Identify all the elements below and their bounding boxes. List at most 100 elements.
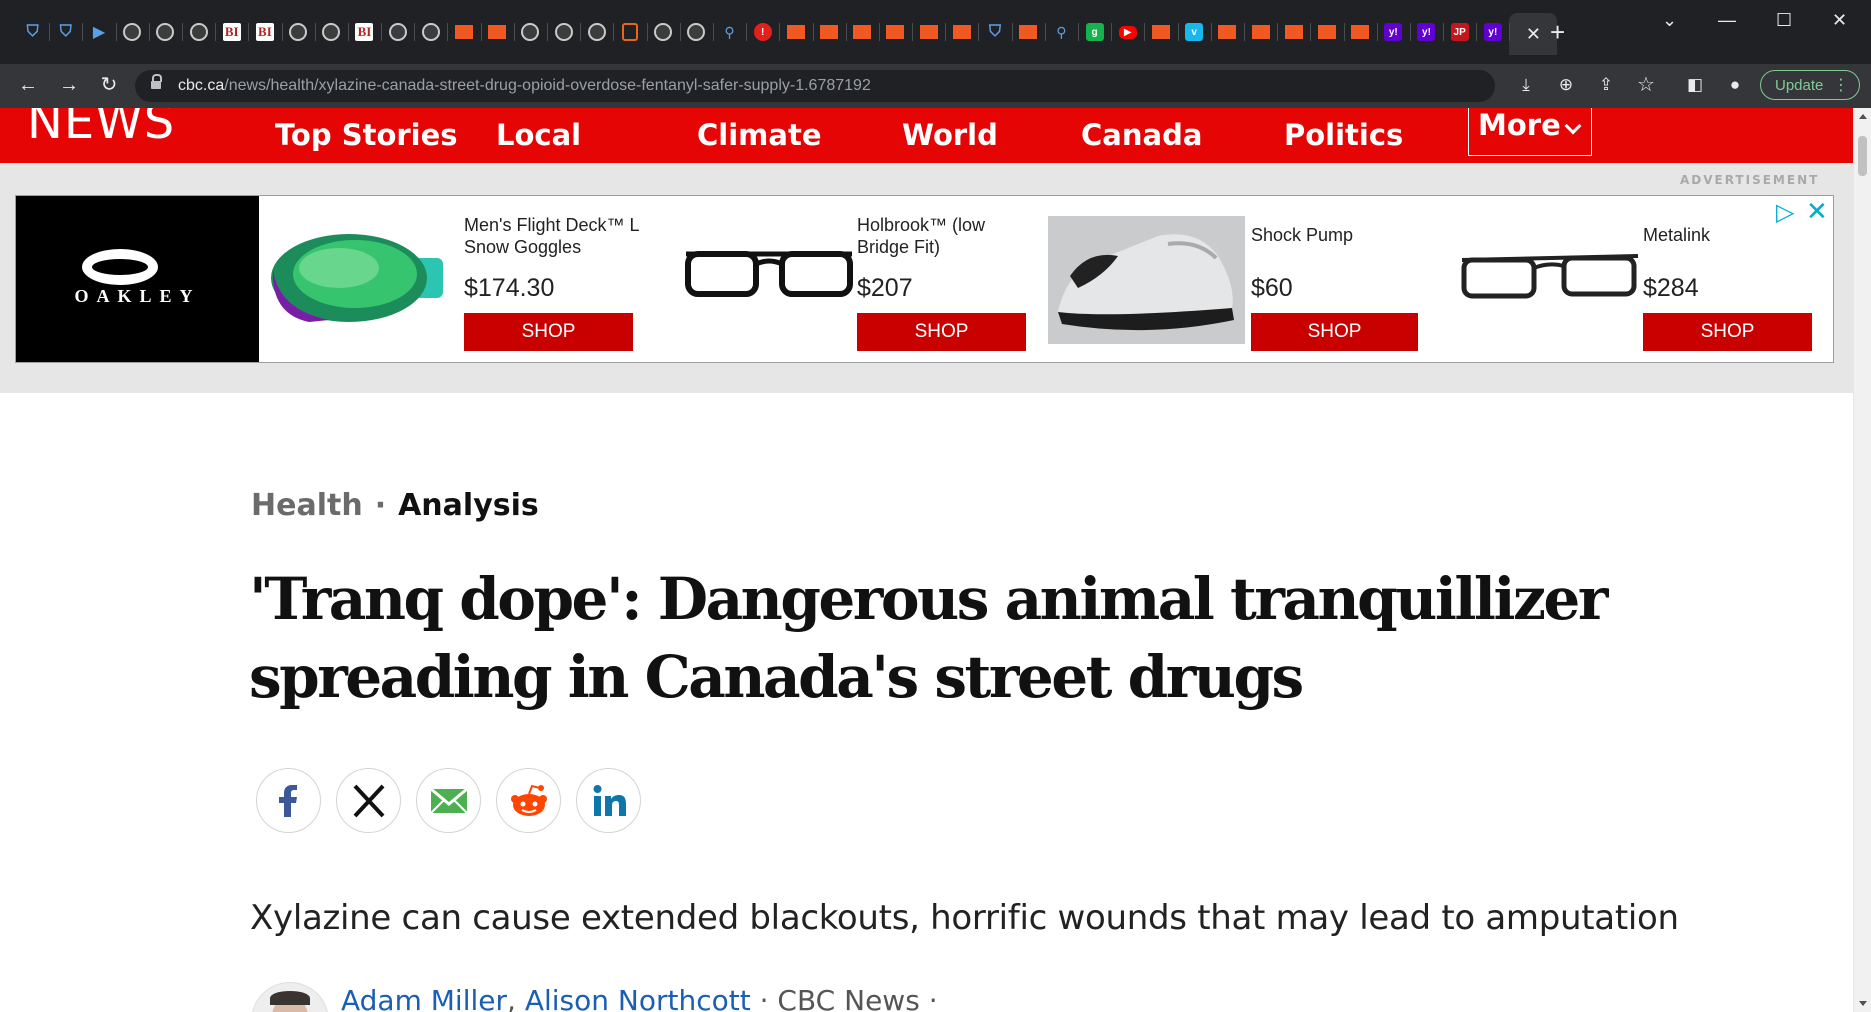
tab[interactable]	[1243, 13, 1277, 51]
tab[interactable]: y!	[1476, 13, 1509, 51]
tab[interactable]	[613, 13, 646, 51]
tab[interactable]	[912, 13, 945, 51]
tab[interactable]: ▶	[82, 13, 115, 51]
share-linkedin-button[interactable]	[576, 768, 641, 833]
nav-climate[interactable]: Climate	[697, 118, 821, 152]
tab[interactable]	[513, 13, 547, 51]
goggles-image[interactable]	[269, 230, 444, 326]
shop-button[interactable]: SHOP	[1251, 313, 1418, 351]
tab[interactable]	[1277, 13, 1310, 51]
menu-dots-icon[interactable]: ⋮	[1833, 71, 1849, 101]
scroll-thumb[interactable]	[1858, 136, 1867, 176]
tab[interactable]	[1343, 13, 1377, 51]
tab[interactable]	[580, 13, 613, 51]
nav-politics[interactable]: Politics	[1284, 118, 1403, 152]
tab[interactable]: g	[1078, 13, 1111, 51]
tab[interactable]	[845, 13, 879, 51]
tab[interactable]: ⛉	[978, 13, 1011, 51]
close-tab-icon[interactable]: ✕	[1526, 24, 1541, 45]
tab[interactable]	[945, 13, 978, 51]
tab[interactable]	[314, 13, 348, 51]
tab[interactable]: y!	[1376, 13, 1410, 51]
oakley-logo[interactable]: OAKLEY	[16, 196, 259, 362]
tab[interactable]: ⛉	[16, 13, 49, 51]
globe-icon	[421, 23, 440, 41]
tab[interactable]	[878, 13, 912, 51]
glasses-image[interactable]	[1460, 246, 1640, 306]
profile-icon[interactable]: ●	[1721, 72, 1749, 98]
section-link[interactable]: Health	[251, 488, 363, 523]
back-icon[interactable]: ←	[14, 72, 42, 98]
shop-button[interactable]: SHOP	[857, 313, 1026, 351]
author-link[interactable]: Adam Miller	[341, 984, 507, 1012]
tab[interactable]: ⚲	[1044, 13, 1078, 51]
shop-button[interactable]: SHOP	[464, 313, 633, 351]
tab[interactable]: ⛉	[49, 13, 82, 51]
site-logo[interactable]: NEWS	[27, 108, 175, 150]
scroll-up-icon[interactable]	[1859, 114, 1867, 119]
tab[interactable]: y!	[1409, 13, 1443, 51]
tab[interactable]	[646, 13, 680, 51]
address-bar[interactable]: cbc.ca/news/health/xylazine-canada-stree…	[135, 70, 1530, 102]
tab[interactable]	[480, 13, 514, 51]
tab[interactable]: !	[746, 13, 779, 51]
tab[interactable]	[447, 13, 480, 51]
nav-canada[interactable]: Canada	[1081, 118, 1202, 152]
update-button[interactable]: Update ⋮	[1760, 70, 1860, 100]
shoe-image[interactable]	[1048, 216, 1245, 344]
nav-local[interactable]: Local	[496, 118, 581, 152]
tab[interactable]	[181, 13, 215, 51]
tab[interactable]	[1210, 13, 1244, 51]
ad-close-icon[interactable]: ✕	[1806, 196, 1828, 227]
tab[interactable]	[381, 13, 414, 51]
tab[interactable]	[812, 13, 846, 51]
share-email-button[interactable]	[416, 768, 481, 833]
tab[interactable]	[1310, 13, 1343, 51]
tab[interactable]	[679, 13, 713, 51]
minimize-icon[interactable]: —	[1718, 10, 1736, 31]
tab[interactable]: JP	[1443, 13, 1476, 51]
maximize-icon[interactable]: ☐	[1776, 10, 1792, 31]
share-x-button[interactable]	[336, 768, 401, 833]
tab[interactable]: BI	[215, 13, 248, 51]
ad-banner[interactable]: OAKLEY Men's Flight Deck™ L Snow Goggles…	[15, 195, 1834, 363]
tab[interactable]: BI	[347, 13, 381, 51]
tab[interactable]	[779, 13, 812, 51]
nav-top-stories[interactable]: Top Stories	[275, 118, 458, 152]
tab[interactable]	[414, 13, 447, 51]
tab[interactable]: ▶	[1111, 13, 1144, 51]
tab[interactable]: v	[1177, 13, 1211, 51]
tab[interactable]	[148, 13, 182, 51]
share-facebook-button[interactable]	[256, 768, 321, 833]
side-panel-icon[interactable]: ◧	[1681, 72, 1709, 98]
tab[interactable]	[281, 13, 315, 51]
shop-button[interactable]: SHOP	[1643, 313, 1812, 351]
url-text[interactable]: cbc.ca/news/health/xylazine-canada-stree…	[178, 77, 871, 95]
tab[interactable]: ⚲	[712, 13, 746, 51]
tab-search-icon[interactable]: ⌄	[1662, 10, 1677, 31]
nav-more-button[interactable]: More	[1468, 108, 1592, 156]
tab[interactable]	[1144, 13, 1177, 51]
close-window-icon[interactable]: ✕	[1832, 10, 1847, 31]
bookmark-star-icon[interactable]: ☆	[1632, 72, 1660, 98]
lock-icon[interactable]	[151, 74, 162, 90]
page-scrollbar[interactable]	[1853, 108, 1871, 1012]
tab[interactable]	[1011, 13, 1045, 51]
nav-world[interactable]: World	[902, 118, 998, 152]
chevron-down-icon	[1564, 117, 1582, 135]
share-reddit-button[interactable]	[496, 768, 561, 833]
author-link[interactable]: Alison Northcott	[525, 984, 751, 1012]
adchoices-icon[interactable]: ▷	[1776, 198, 1794, 227]
reload-icon[interactable]: ↻	[95, 72, 123, 98]
author-avatar[interactable]	[251, 982, 329, 1012]
tab[interactable]	[547, 13, 580, 51]
scroll-down-icon[interactable]	[1859, 1001, 1867, 1006]
tab[interactable]: BI	[248, 13, 281, 51]
new-tab-button[interactable]: +	[1550, 19, 1565, 45]
install-icon[interactable]: ⤓	[1512, 72, 1540, 98]
zoom-icon[interactable]: ⊕	[1552, 72, 1580, 98]
share-icon[interactable]: ⇪	[1592, 72, 1620, 98]
forward-icon[interactable]: →	[55, 72, 83, 98]
glasses-image[interactable]	[684, 246, 854, 306]
tab[interactable]	[115, 13, 149, 51]
